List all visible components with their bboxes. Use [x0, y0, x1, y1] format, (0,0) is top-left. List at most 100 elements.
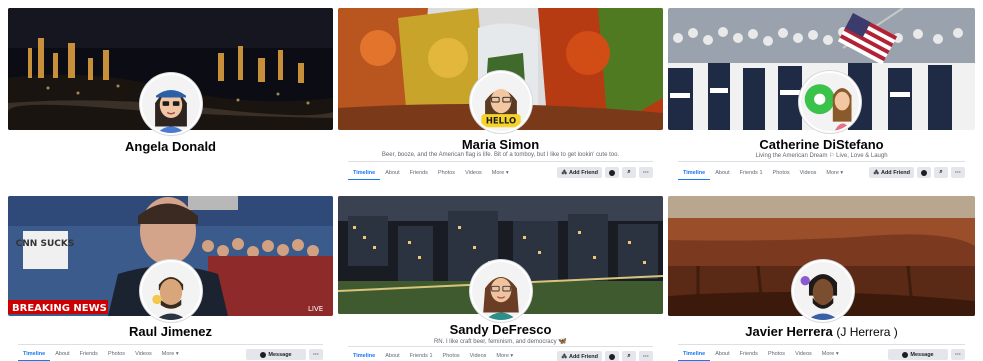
profile-actions: ⁂ Add Friend ⌕ ···	[557, 351, 653, 361]
ellipsis-icon: ···	[643, 353, 649, 360]
profile-tabs: Timeline About Friends 1 Photos Videos M…	[678, 166, 848, 180]
avatar[interactable]	[799, 71, 861, 133]
tab-about[interactable]: About	[710, 166, 734, 180]
divider	[678, 161, 965, 162]
tab-more[interactable]: More ▾	[817, 347, 844, 361]
protest-sign-text: CNN SUCKS	[16, 239, 75, 249]
message-button[interactable]: Message	[888, 349, 948, 360]
tab-friends[interactable]: Friends	[405, 166, 433, 180]
tab-photos[interactable]: Photos	[103, 347, 130, 361]
more-options-button[interactable]: ···	[639, 351, 653, 361]
profile-card-sandy-defresco: Sandy DeFresco RN. I like craft beer, fe…	[338, 196, 663, 361]
profile-tabs: Timeline About Friends 1 Photos Videos M…	[348, 349, 518, 361]
message-button[interactable]: Message	[246, 349, 306, 360]
search-button[interactable]: ⌕	[622, 167, 636, 178]
tab-videos[interactable]: Videos	[790, 347, 817, 361]
live-badge: LIVE	[308, 305, 323, 313]
tab-photos[interactable]: Photos	[768, 166, 795, 180]
avatar[interactable]	[140, 260, 202, 322]
tab-more[interactable]: More ▾	[491, 349, 518, 361]
ellipsis-icon: ···	[313, 351, 319, 358]
more-options-button[interactable]: ···	[309, 349, 323, 360]
tab-about[interactable]: About	[380, 166, 404, 180]
messenger-icon	[609, 353, 615, 360]
tab-more[interactable]: More ▾	[157, 347, 184, 361]
profile-name: Javier Herrera (J Herrera )	[745, 324, 898, 339]
profile-card-javier-herrera: Javier Herrera (J Herrera ) Timeline Abo…	[668, 196, 975, 361]
profile-name: Catherine DiStefano	[759, 137, 884, 152]
profile-card-maria-simon: HELLO Maria Simon Beer, booze, and the A…	[338, 8, 663, 188]
tab-about[interactable]: About	[50, 347, 74, 361]
search-icon: ⌕	[627, 353, 631, 359]
search-button[interactable]: ⌕	[622, 351, 636, 361]
tab-photos[interactable]: Photos	[763, 347, 790, 361]
search-icon: ⌕	[939, 169, 943, 175]
profile-tabs: Timeline About Friends Photos Videos Mor…	[348, 166, 514, 180]
divider	[678, 344, 965, 345]
more-options-button[interactable]: ···	[951, 349, 965, 360]
messenger-button[interactable]	[917, 167, 931, 178]
tab-videos[interactable]: Videos	[130, 347, 157, 361]
tab-videos[interactable]: Videos	[795, 166, 822, 180]
profile-name: Angela Donald	[124, 139, 216, 154]
avatar[interactable]	[792, 260, 854, 322]
divider	[348, 161, 653, 162]
messenger-icon	[609, 169, 615, 176]
add-friend-icon: ⁂	[873, 169, 879, 176]
profile-tabs: Timeline About Friends Photos Videos Mor…	[678, 347, 844, 361]
tab-more[interactable]: More ▾	[487, 166, 514, 180]
avatar[interactable]: HELLO	[470, 71, 532, 133]
ellipsis-icon: ···	[955, 351, 961, 358]
hello-sign-text: HELLO	[486, 116, 516, 126]
add-friend-button[interactable]: ⁂ Add Friend	[557, 351, 602, 361]
add-friend-button[interactable]: ⁂ Add Friend	[557, 167, 602, 178]
avatar[interactable]	[140, 73, 202, 135]
messenger-button[interactable]	[605, 167, 619, 178]
tab-friends[interactable]: Friends	[735, 347, 763, 361]
messenger-icon	[260, 351, 267, 358]
breaking-news-banner: BREAKING NEWS	[12, 303, 107, 314]
tab-more[interactable]: More ▾	[821, 166, 848, 180]
tab-videos[interactable]: Videos	[465, 349, 492, 361]
profile-card-raul-jimenez: CNN SUCKS BREAKING NEWS LIVE Raul Jimene…	[8, 196, 333, 361]
more-options-button[interactable]: ···	[951, 167, 965, 178]
ellipsis-icon: ···	[955, 169, 961, 176]
tab-timeline[interactable]: Timeline	[678, 166, 711, 180]
tab-friends[interactable]: Friends 1	[405, 349, 438, 361]
tab-photos[interactable]: Photos	[433, 166, 460, 180]
profile-name: Raul Jimenez	[128, 324, 213, 339]
profile-bio: Beer, booze, and the American flag is li…	[381, 152, 620, 158]
more-options-button[interactable]: ···	[639, 167, 653, 178]
messenger-icon	[921, 169, 927, 176]
messenger-icon	[902, 351, 909, 358]
tab-timeline[interactable]: Timeline	[348, 349, 380, 361]
profile-card-angela-donald: Angela Donald	[8, 8, 333, 188]
tab-timeline[interactable]: Timeline	[348, 166, 381, 180]
search-icon: ⌕	[627, 169, 631, 175]
profile-actions: ⁂ Add Friend ⌕ ···	[557, 167, 653, 178]
tab-timeline[interactable]: Timeline	[18, 347, 51, 361]
add-friend-icon: ⁂	[561, 169, 567, 176]
tab-friends[interactable]: Friends 1	[735, 166, 768, 180]
avatar[interactable]	[470, 260, 532, 322]
profile-name: Maria Simon	[461, 137, 540, 152]
tab-about[interactable]: About	[380, 349, 404, 361]
add-friend-icon: ⁂	[561, 353, 567, 360]
tab-timeline[interactable]: Timeline	[678, 347, 711, 361]
profile-card-catherine-distefano: Catherine DiStefano Living the American …	[668, 8, 975, 188]
tab-videos[interactable]: Videos	[460, 166, 487, 180]
tab-about[interactable]: About	[710, 347, 734, 361]
search-button[interactable]: ⌕	[934, 167, 948, 178]
profile-actions: ⁂ Add Friend ⌕ ···	[869, 167, 965, 178]
butterfly-icon: 🦋	[558, 338, 568, 345]
tab-friends[interactable]: Friends	[75, 347, 103, 361]
profile-name: Sandy DeFresco	[449, 322, 552, 337]
ellipsis-icon: ···	[643, 169, 649, 176]
profile-tabs: Timeline About Friends Photos Videos Mor…	[18, 347, 184, 361]
tab-photos[interactable]: Photos	[438, 349, 465, 361]
profile-actions: Message ···	[246, 349, 323, 360]
add-friend-button[interactable]: ⁂ Add Friend	[869, 167, 914, 178]
messenger-button[interactable]	[605, 351, 619, 361]
profile-bio: Living the American Dream ⚐ Live, Love &…	[755, 153, 888, 159]
divider	[348, 346, 653, 347]
